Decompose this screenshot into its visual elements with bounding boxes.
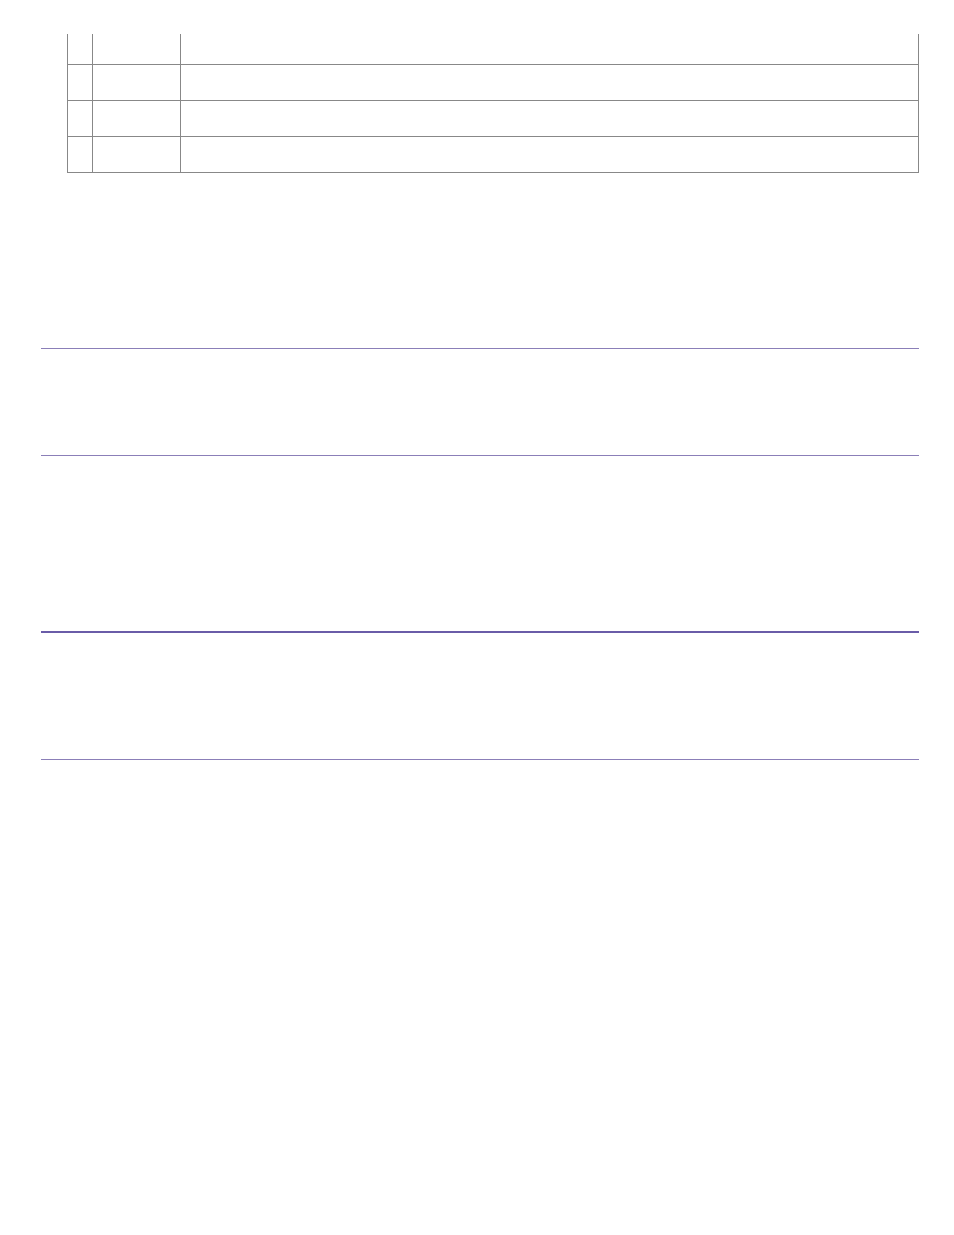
table-row [68, 137, 919, 173]
divider-line [41, 455, 919, 456]
table-cell [93, 101, 181, 137]
table-cell [181, 101, 919, 137]
data-table [67, 34, 919, 173]
table-row [68, 101, 919, 137]
divider-line [41, 348, 919, 349]
table-row [68, 65, 919, 101]
table-cell [68, 101, 93, 137]
table-row [68, 34, 919, 65]
divider-line-thick [41, 631, 919, 633]
table-cell [93, 65, 181, 101]
table-cell [93, 137, 181, 173]
divider-line [41, 759, 919, 760]
table-cell [68, 65, 93, 101]
table-cell [181, 137, 919, 173]
table-cell [181, 65, 919, 101]
table-cell [93, 34, 181, 65]
table-cell [68, 34, 93, 65]
table-cell [181, 34, 919, 65]
empty-table [67, 34, 919, 173]
table-cell [68, 137, 93, 173]
